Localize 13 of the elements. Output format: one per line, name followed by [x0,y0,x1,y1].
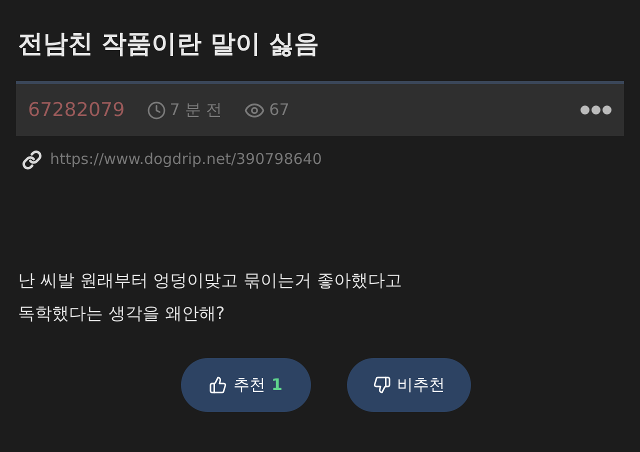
body-text: 독학했다는 생각을 왜안해? [18,303,226,326]
post-link[interactable]: https://www.dogdrip.net/390798640 [50,148,322,171]
recommend-button[interactable]: 추천 1 [181,358,311,412]
post-title: 전남친 작품이란 말이 싫음 [17,28,320,60]
thumbs-down-icon [373,376,391,394]
clock-icon [146,100,166,120]
link-icon [22,150,42,170]
post-time: 7 분 전 [170,99,222,122]
more-icon[interactable] [580,105,612,116]
thumbs-up-icon [209,376,228,394]
view-count: 67 [269,99,290,122]
body-text: 난 씨발 원래부터 엉덩이맞고 묶이는거 좋아했다고 [18,270,404,293]
not-recommend-button[interactable]: 비추천 [347,358,471,412]
